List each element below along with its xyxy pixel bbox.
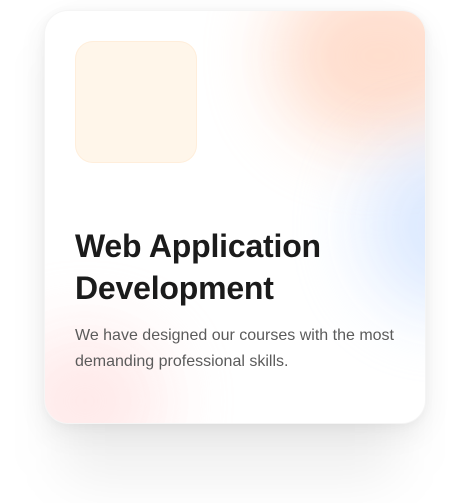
course-card[interactable]: Web Application Development We have desi…: [44, 10, 426, 424]
course-title: Web Application Development: [75, 228, 321, 306]
course-description: We have designed our courses with the mo…: [75, 327, 394, 370]
course-thumbnail: [75, 41, 197, 163]
background-glow-peach: [275, 11, 425, 141]
